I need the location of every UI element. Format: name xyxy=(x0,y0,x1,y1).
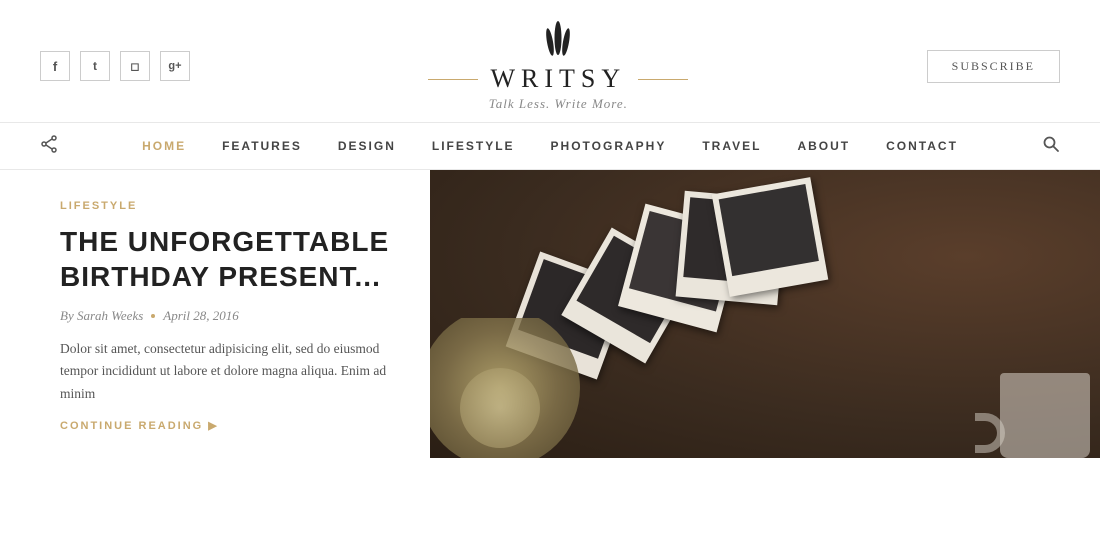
continue-reading-link[interactable]: CONTINUE READING ▶ xyxy=(60,419,394,432)
logo-area: WRITSY Talk Less. Write More. xyxy=(190,20,927,112)
nav-item-travel[interactable]: TRAVEL xyxy=(702,137,761,155)
nav-item-contact[interactable]: CONTACT xyxy=(886,137,958,155)
hero-meta: By Sarah Weeks April 28, 2016 xyxy=(60,308,394,324)
nav-bar: HOME FEATURES DESIGN LIFESTYLE PHOTOGRAP… xyxy=(0,123,1100,170)
instagram-icon[interactable]: ◻ xyxy=(120,51,150,81)
hero-excerpt: Dolor sit amet, consectetur adipisicing … xyxy=(60,338,394,405)
meta-dot xyxy=(151,314,155,318)
nav-link-design[interactable]: DESIGN xyxy=(338,139,396,153)
top-bar: f t ◻ g+ WRITSY Talk Less. Write More. xyxy=(0,0,1100,122)
subscribe-button[interactable]: SUBSCRIBE xyxy=(927,50,1060,83)
nav-link-contact[interactable]: CONTACT xyxy=(886,139,958,153)
nav-link-home[interactable]: HOME xyxy=(142,139,186,153)
hero-card: LIFESTYLE THE UNFORGETTABLEBIRTHDAY PRES… xyxy=(0,170,430,458)
polaroid-5 xyxy=(712,177,829,297)
nav-link-features[interactable]: FEATURES xyxy=(222,139,302,153)
nav-item-lifestyle[interactable]: LIFESTYLE xyxy=(432,137,515,155)
nav-item-photography[interactable]: PHOTOGRAPHY xyxy=(551,137,667,155)
nav-item-home[interactable]: HOME xyxy=(142,137,186,155)
social-icons: f t ◻ g+ xyxy=(40,51,190,81)
twitter-icon[interactable]: t xyxy=(80,51,110,81)
nav-item-design[interactable]: DESIGN xyxy=(338,137,396,155)
nav-links: HOME FEATURES DESIGN LIFESTYLE PHOTOGRAP… xyxy=(142,137,958,155)
site-tagline: Talk Less. Write More. xyxy=(489,96,628,112)
google-plus-icon[interactable]: g+ xyxy=(160,51,190,81)
hero-date: April 28, 2016 xyxy=(163,308,238,324)
facebook-icon[interactable]: f xyxy=(40,51,70,81)
site-title: WRITSY xyxy=(490,64,626,94)
hero-category: LIFESTYLE xyxy=(60,200,394,212)
logo-line-right xyxy=(638,79,688,80)
logo-line-left xyxy=(428,79,478,80)
nav-link-lifestyle[interactable]: LIFESTYLE xyxy=(432,139,515,153)
share-icon[interactable] xyxy=(40,135,58,158)
hero-author: By Sarah Weeks xyxy=(60,308,143,324)
nav-item-about[interactable]: ABOUT xyxy=(797,137,850,155)
subscribe-area: SUBSCRIBE xyxy=(927,50,1060,83)
flower-area xyxy=(430,318,610,458)
hero-title: THE UNFORGETTABLEBIRTHDAY PRESENT... xyxy=(60,224,394,294)
nav-item-features[interactable]: FEATURES xyxy=(222,137,302,155)
hero-photo xyxy=(430,170,1100,458)
nav-link-travel[interactable]: TRAVEL xyxy=(702,139,761,153)
nav-link-photography[interactable]: PHOTOGRAPHY xyxy=(551,139,667,153)
hero-section: LIFESTYLE THE UNFORGETTABLEBIRTHDAY PRES… xyxy=(0,170,1100,458)
logo-title-row: WRITSY xyxy=(428,64,688,94)
logo-feathers-icon xyxy=(540,20,576,60)
search-icon[interactable] xyxy=(1042,135,1060,158)
nav-link-about[interactable]: ABOUT xyxy=(797,139,850,153)
coffee-cup-area xyxy=(990,358,1090,458)
